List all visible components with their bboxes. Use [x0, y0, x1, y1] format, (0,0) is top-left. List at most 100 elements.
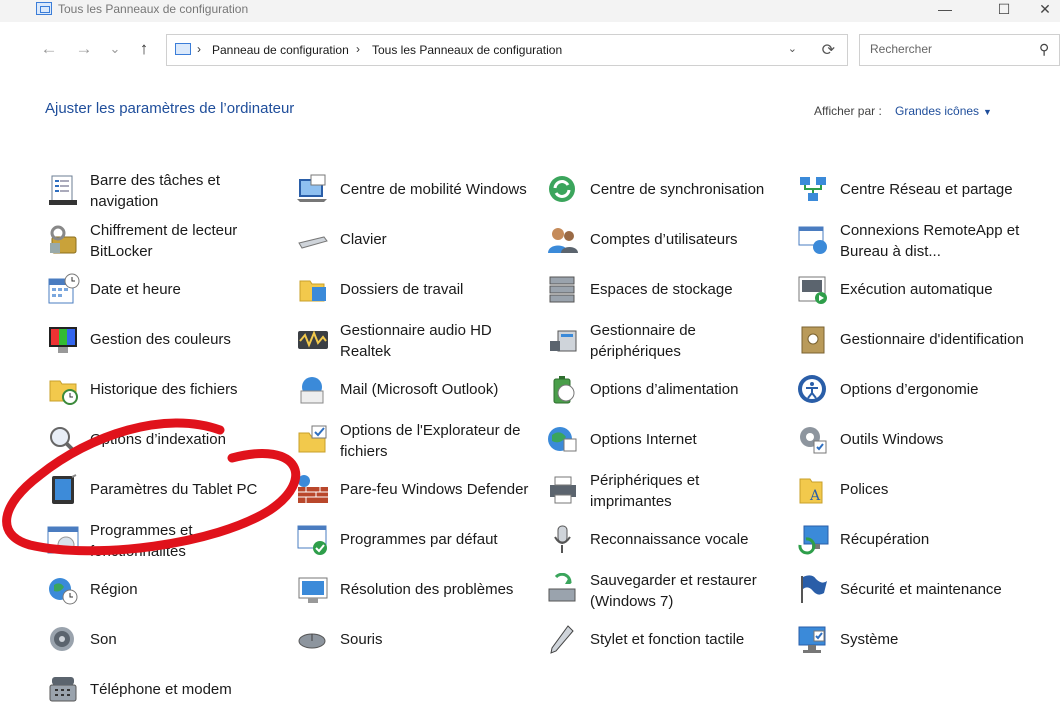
control-panel-icon	[36, 2, 52, 15]
control-panel-item-label: Région	[90, 581, 138, 598]
control-panel-item[interactable]: Options Internet	[540, 415, 780, 465]
control-panel-item-label: Barre des tâches et navigation	[90, 172, 221, 210]
close-button[interactable]: ✕	[1030, 0, 1060, 22]
control-panel-item-label: Gestion des couleurs	[90, 331, 231, 348]
power-icon	[553, 376, 575, 404]
control-panel-item[interactable]: Pare-feu Windows Defender	[290, 465, 530, 515]
control-panel-item[interactable]: Barre des tâches et navigation	[40, 165, 280, 215]
control-panel-item[interactable]: Centre de mobilité Windows	[290, 165, 530, 215]
control-panel-item[interactable]: Clavier	[290, 215, 530, 265]
mail-icon	[300, 377, 324, 404]
control-panel-item[interactable]: Options de l'Explorateur de fichiers	[290, 415, 530, 465]
indexing-icon	[50, 427, 78, 455]
title-bar: Tous les Panneaux de configuration — ☐ ✕	[0, 0, 1060, 22]
view-by-dropdown[interactable]: Grandes icônes ▼	[895, 104, 992, 118]
control-panel-item[interactable]: Historique des fichiers	[40, 365, 280, 415]
search-icon[interactable]: ⚲	[1039, 41, 1049, 58]
forward-button[interactable]: →	[71, 36, 97, 62]
search-box[interactable]: ⚲	[859, 34, 1060, 66]
control-panel-item-label: Comptes d’utilisateurs	[590, 231, 738, 248]
control-panel-item[interactable]: Options d’alimentation	[540, 365, 780, 415]
control-panel-item-label: Polices	[840, 481, 889, 498]
control-panel-item-label: Centre Réseau et partage	[840, 181, 1013, 198]
control-panel-item[interactable]: Récupération	[790, 515, 1030, 565]
back-button[interactable]: ←	[36, 36, 62, 62]
control-panel-item[interactable]: Son	[40, 615, 280, 665]
control-panel-item-label: Connexions RemoteApp et Bureau à dist...	[840, 222, 1020, 260]
control-panel-item-label: Options Internet	[590, 431, 697, 448]
control-panel-item[interactable]: Exécution automatique	[790, 265, 1030, 315]
folder-options-icon	[298, 425, 327, 453]
control-panel-item[interactable]: Stylet et fonction tactile	[540, 615, 780, 665]
work-folders-icon	[299, 280, 326, 302]
control-panel-item[interactable]: Périphériques et imprimantes	[540, 465, 780, 515]
control-panel-item-label: Souris	[340, 631, 383, 648]
search-input[interactable]	[868, 41, 1032, 57]
breadcrumb-control-panel[interactable]: Panneau de configuration	[212, 43, 349, 57]
control-panel-item[interactable]: Région	[40, 565, 280, 615]
control-panel-item[interactable]: Gestionnaire de périphériques	[540, 315, 780, 365]
address-dropdown-button[interactable]: ⌄	[788, 42, 797, 55]
control-panel-item[interactable]: Reconnaissance vocale	[540, 515, 780, 565]
backup-icon	[548, 573, 576, 602]
control-panel-item[interactable]: Chiffrement de lecteur BitLocker	[40, 215, 280, 265]
maximize-button[interactable]: ☐	[981, 0, 1027, 22]
recovery-icon	[798, 525, 829, 555]
control-panel-item-label: Gestionnaire de périphériques	[590, 322, 696, 360]
control-panel-item-label: Reconnaissance vocale	[590, 531, 749, 548]
control-panel-item[interactable]: Centre Réseau et partage	[790, 165, 1030, 215]
control-panel-item[interactable]: Centre de synchronisation	[540, 165, 780, 215]
control-panel-item[interactable]: Connexions RemoteApp et Bureau à dist...	[790, 215, 1030, 265]
control-panel-item[interactable]: Programmes par défaut	[290, 515, 530, 565]
sync-icon	[549, 176, 575, 202]
refresh-button[interactable]: ⟳	[822, 40, 835, 60]
mouse-icon	[298, 633, 326, 649]
control-panel-item-label: Résolution des problèmes	[340, 581, 514, 598]
up-button[interactable]: ↑	[131, 36, 157, 62]
recent-locations-button[interactable]: ⌄	[102, 36, 128, 62]
control-panel-item[interactable]: Comptes d’utilisateurs	[540, 215, 780, 265]
control-panel-item-label: Chiffrement de lecteur BitLocker	[90, 222, 238, 260]
control-panel-item-label: Mail (Microsoft Outlook)	[340, 381, 499, 398]
bitlocker-icon	[50, 225, 77, 254]
control-panel-item[interactable]: Options d’indexation	[40, 415, 280, 465]
autoplay-icon	[798, 276, 827, 304]
minimize-button[interactable]: —	[922, 0, 968, 22]
control-panel-item[interactable]: Programmes et fonctionnalités	[40, 515, 280, 565]
window-title: Tous les Panneaux de configuration	[58, 2, 249, 16]
control-panel-item[interactable]: Gestion des couleurs	[40, 315, 280, 365]
control-panel-item[interactable]: Paramètres du Tablet PC	[40, 465, 280, 515]
control-panel-item[interactable]: Outils Windows	[790, 415, 1030, 465]
control-panel-item[interactable]: Date et heure	[40, 265, 280, 315]
control-panel-item[interactable]: Gestionnaire d'identification	[790, 315, 1030, 365]
control-panel-item[interactable]: Mail (Microsoft Outlook)	[290, 365, 530, 415]
calendar-clock-icon	[48, 273, 80, 304]
control-panel-item[interactable]: Dossiers de travail	[290, 265, 530, 315]
storage-icon	[549, 276, 575, 303]
tablet-icon	[52, 474, 77, 504]
device-manager-icon	[550, 330, 577, 352]
globe-clock-icon	[49, 578, 78, 605]
breadcrumb-all-items[interactable]: Tous les Panneaux de configuration	[372, 43, 562, 57]
address-bar[interactable]: › Panneau de configuration › Tous les Pa…	[166, 34, 848, 66]
control-panel-item[interactable]: Système	[790, 615, 1030, 665]
control-panel-item-label: Paramètres du Tablet PC	[90, 481, 258, 498]
control-panel-item-label: Gestionnaire audio HD Realtek	[340, 322, 492, 360]
file-history-icon	[49, 380, 78, 405]
control-panel-item[interactable]: A Polices	[790, 465, 1030, 515]
control-panel-item[interactable]: Souris	[290, 615, 530, 665]
control-panel-item-label: Récupération	[840, 531, 930, 548]
control-panel-item[interactable]: Options d’ergonomie	[790, 365, 1030, 415]
control-panel-item-label: Exécution automatique	[840, 281, 993, 298]
microphone-icon	[554, 525, 571, 553]
control-panel-item-label: Programmes et fonctionnalités	[90, 522, 193, 560]
control-panel-icon	[175, 43, 191, 55]
control-panel-item[interactable]: Sauvegarder et restaurer (Windows 7)	[540, 565, 780, 615]
control-panel-item[interactable]: Espaces de stockage	[540, 265, 780, 315]
speaker-icon	[50, 627, 74, 651]
control-panel-item[interactable]: Résolution des problèmes	[290, 565, 530, 615]
control-panel-item[interactable]: Gestionnaire audio HD Realtek	[290, 315, 530, 365]
control-panel-item[interactable]: Sécurité et maintenance	[790, 565, 1030, 615]
control-panel-item[interactable]: Téléphone et modem	[40, 665, 280, 715]
default-programs-icon	[297, 525, 327, 555]
